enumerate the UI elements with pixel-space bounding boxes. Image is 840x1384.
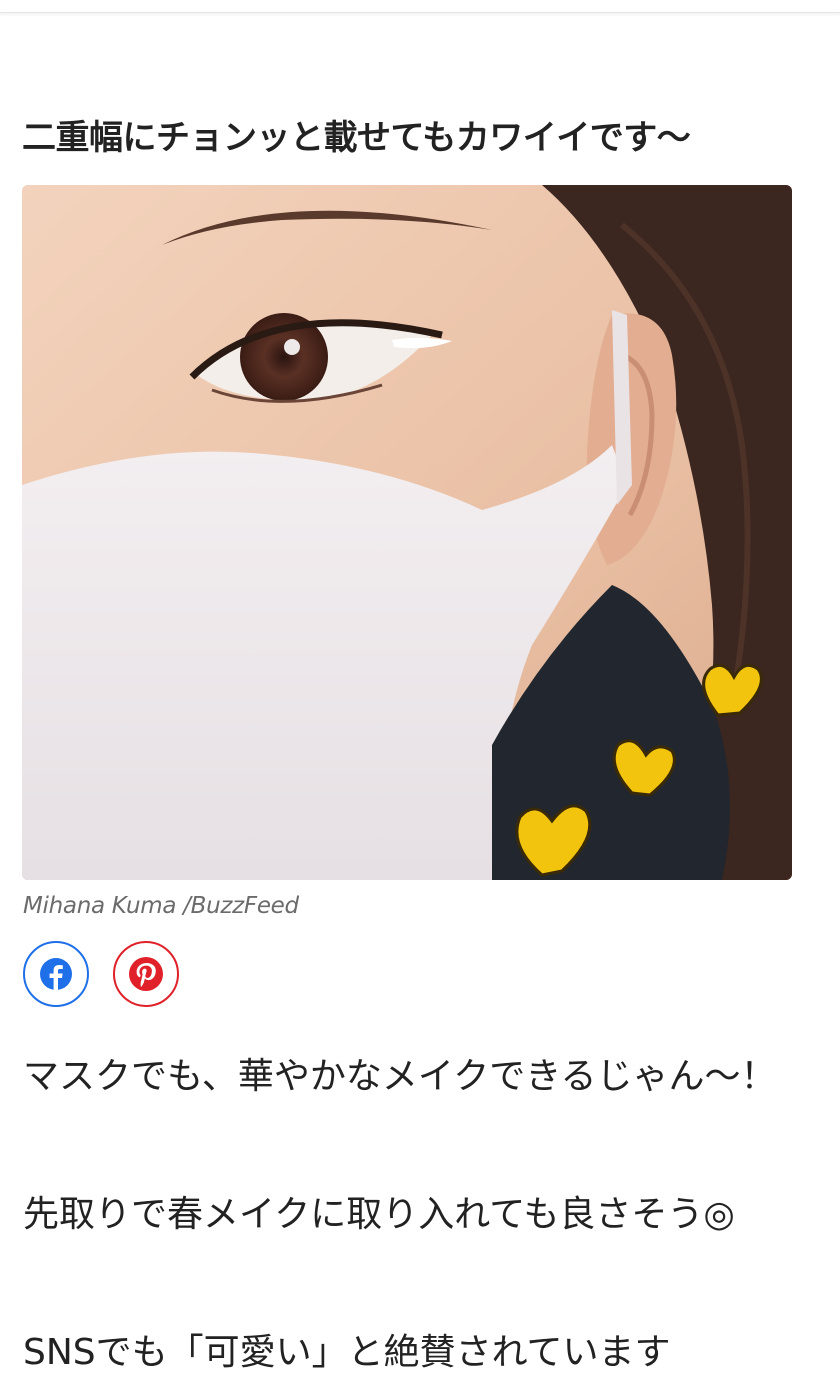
photo-credit: Mihana Kuma /BuzzFeed bbox=[23, 893, 299, 919]
top-bar bbox=[0, 0, 840, 13]
facebook-icon bbox=[40, 958, 72, 991]
body-paragraph: SNSでも「可愛い」と絶賛されています bbox=[23, 1332, 671, 1373]
pinterest-share-button[interactable] bbox=[113, 941, 179, 1007]
article-photo bbox=[22, 185, 792, 880]
body-paragraph: マスクでも、華やかなメイクできるじゃん〜！ bbox=[23, 1056, 777, 1097]
body-paragraph: 先取りで春メイクに取り入れても良さそう◎ bbox=[23, 1194, 735, 1235]
facebook-share-button[interactable] bbox=[23, 941, 89, 1007]
section-heading: 二重幅にチョンッと載せてもカワイイです〜 bbox=[22, 118, 691, 158]
pinterest-icon bbox=[129, 957, 163, 991]
